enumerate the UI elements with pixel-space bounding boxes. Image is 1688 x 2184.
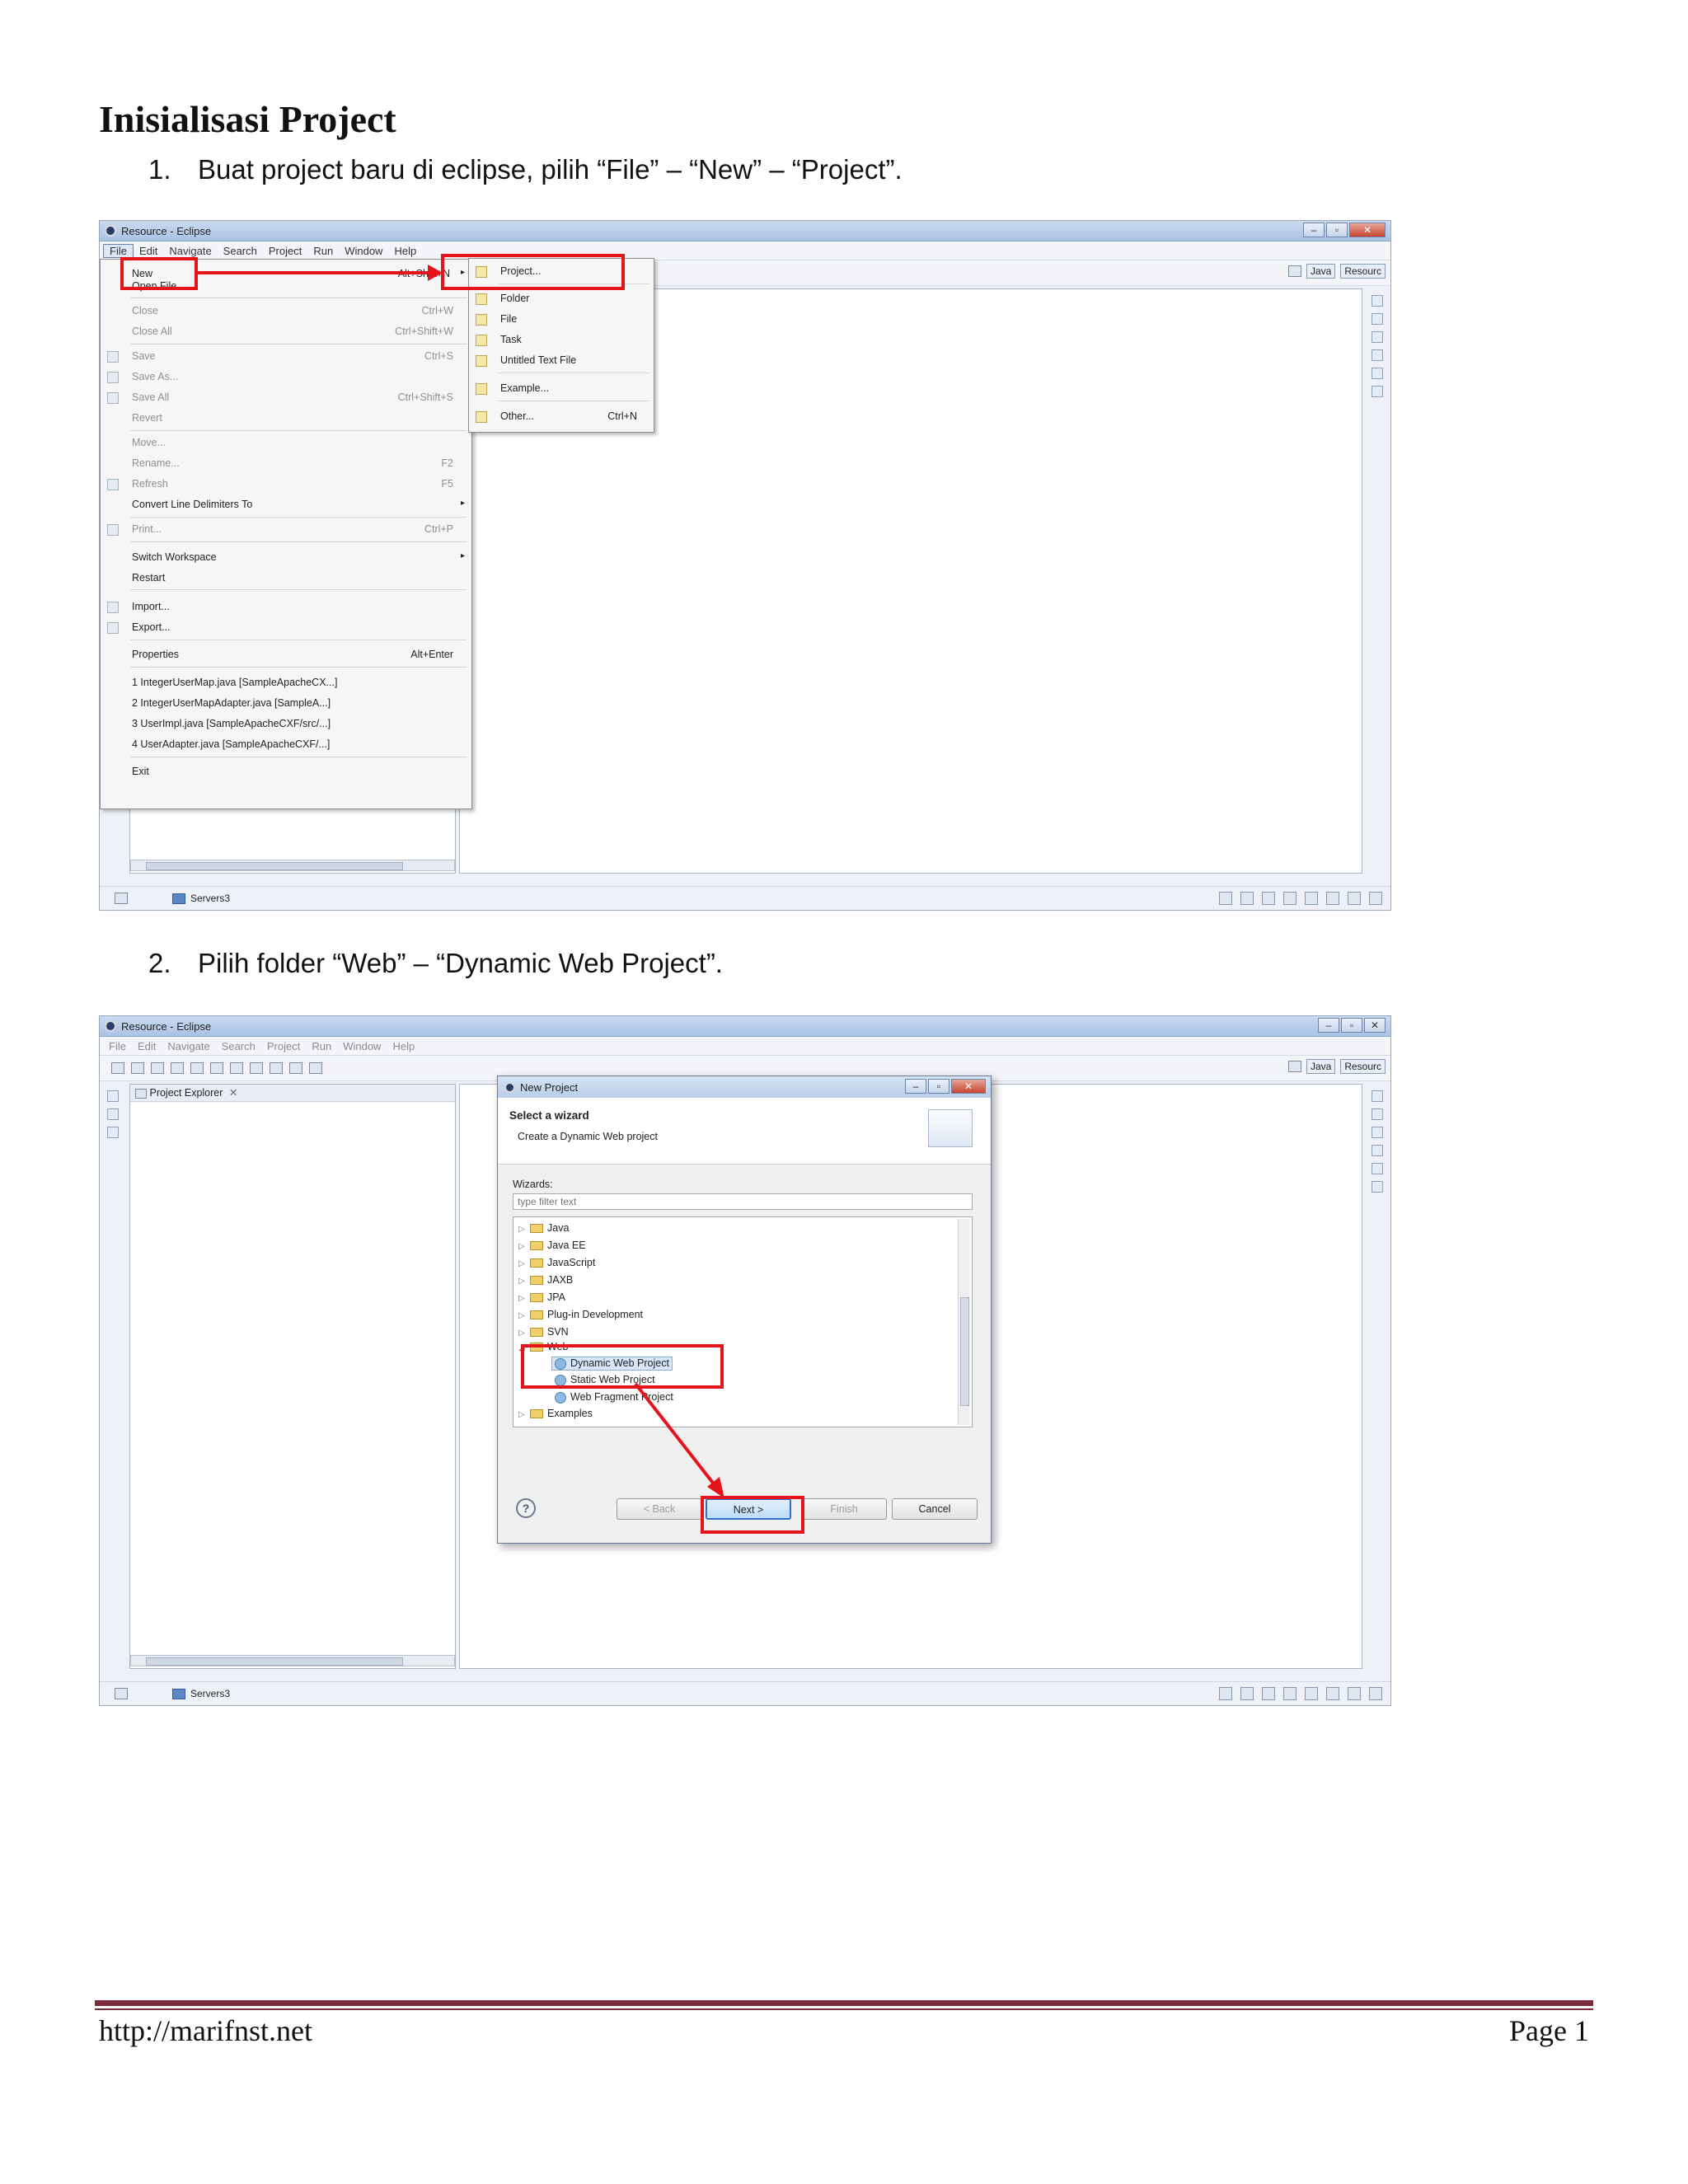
step-1: 1. Buat project baru di eclipse, pilih “F… (148, 154, 903, 185)
eclipse-window-file-menu: Resource - Eclipse – ▫ ✕ File Edit Navig… (99, 220, 1391, 911)
step-2-number: 2. (148, 948, 171, 978)
footer-page-number: Page 1 (1509, 2014, 1589, 2047)
step-1-number: 1. (148, 154, 171, 185)
page-title: Inisialisasi Project (99, 98, 396, 140)
footer-rule (95, 2000, 1593, 2006)
footer-url[interactable]: http://marifnst.net (99, 2013, 312, 2048)
step-2-text: Pilih folder “Web” – “Dynamic Web Projec… (198, 948, 723, 978)
annotation-arrow-new-to-project (198, 265, 443, 281)
step-2: 2. Pilih folder “Web” – “Dynamic Web Proj… (148, 948, 723, 979)
eclipse-window-new-project: Resource - Eclipse – ▫ ✕ File Edit Navig… (99, 1015, 1391, 1706)
annotation-arrow-to-next (634, 1382, 724, 1498)
footer-rule-thin (95, 2008, 1593, 2010)
step-1-text: Buat project baru di eclipse, pilih “Fil… (198, 154, 903, 185)
